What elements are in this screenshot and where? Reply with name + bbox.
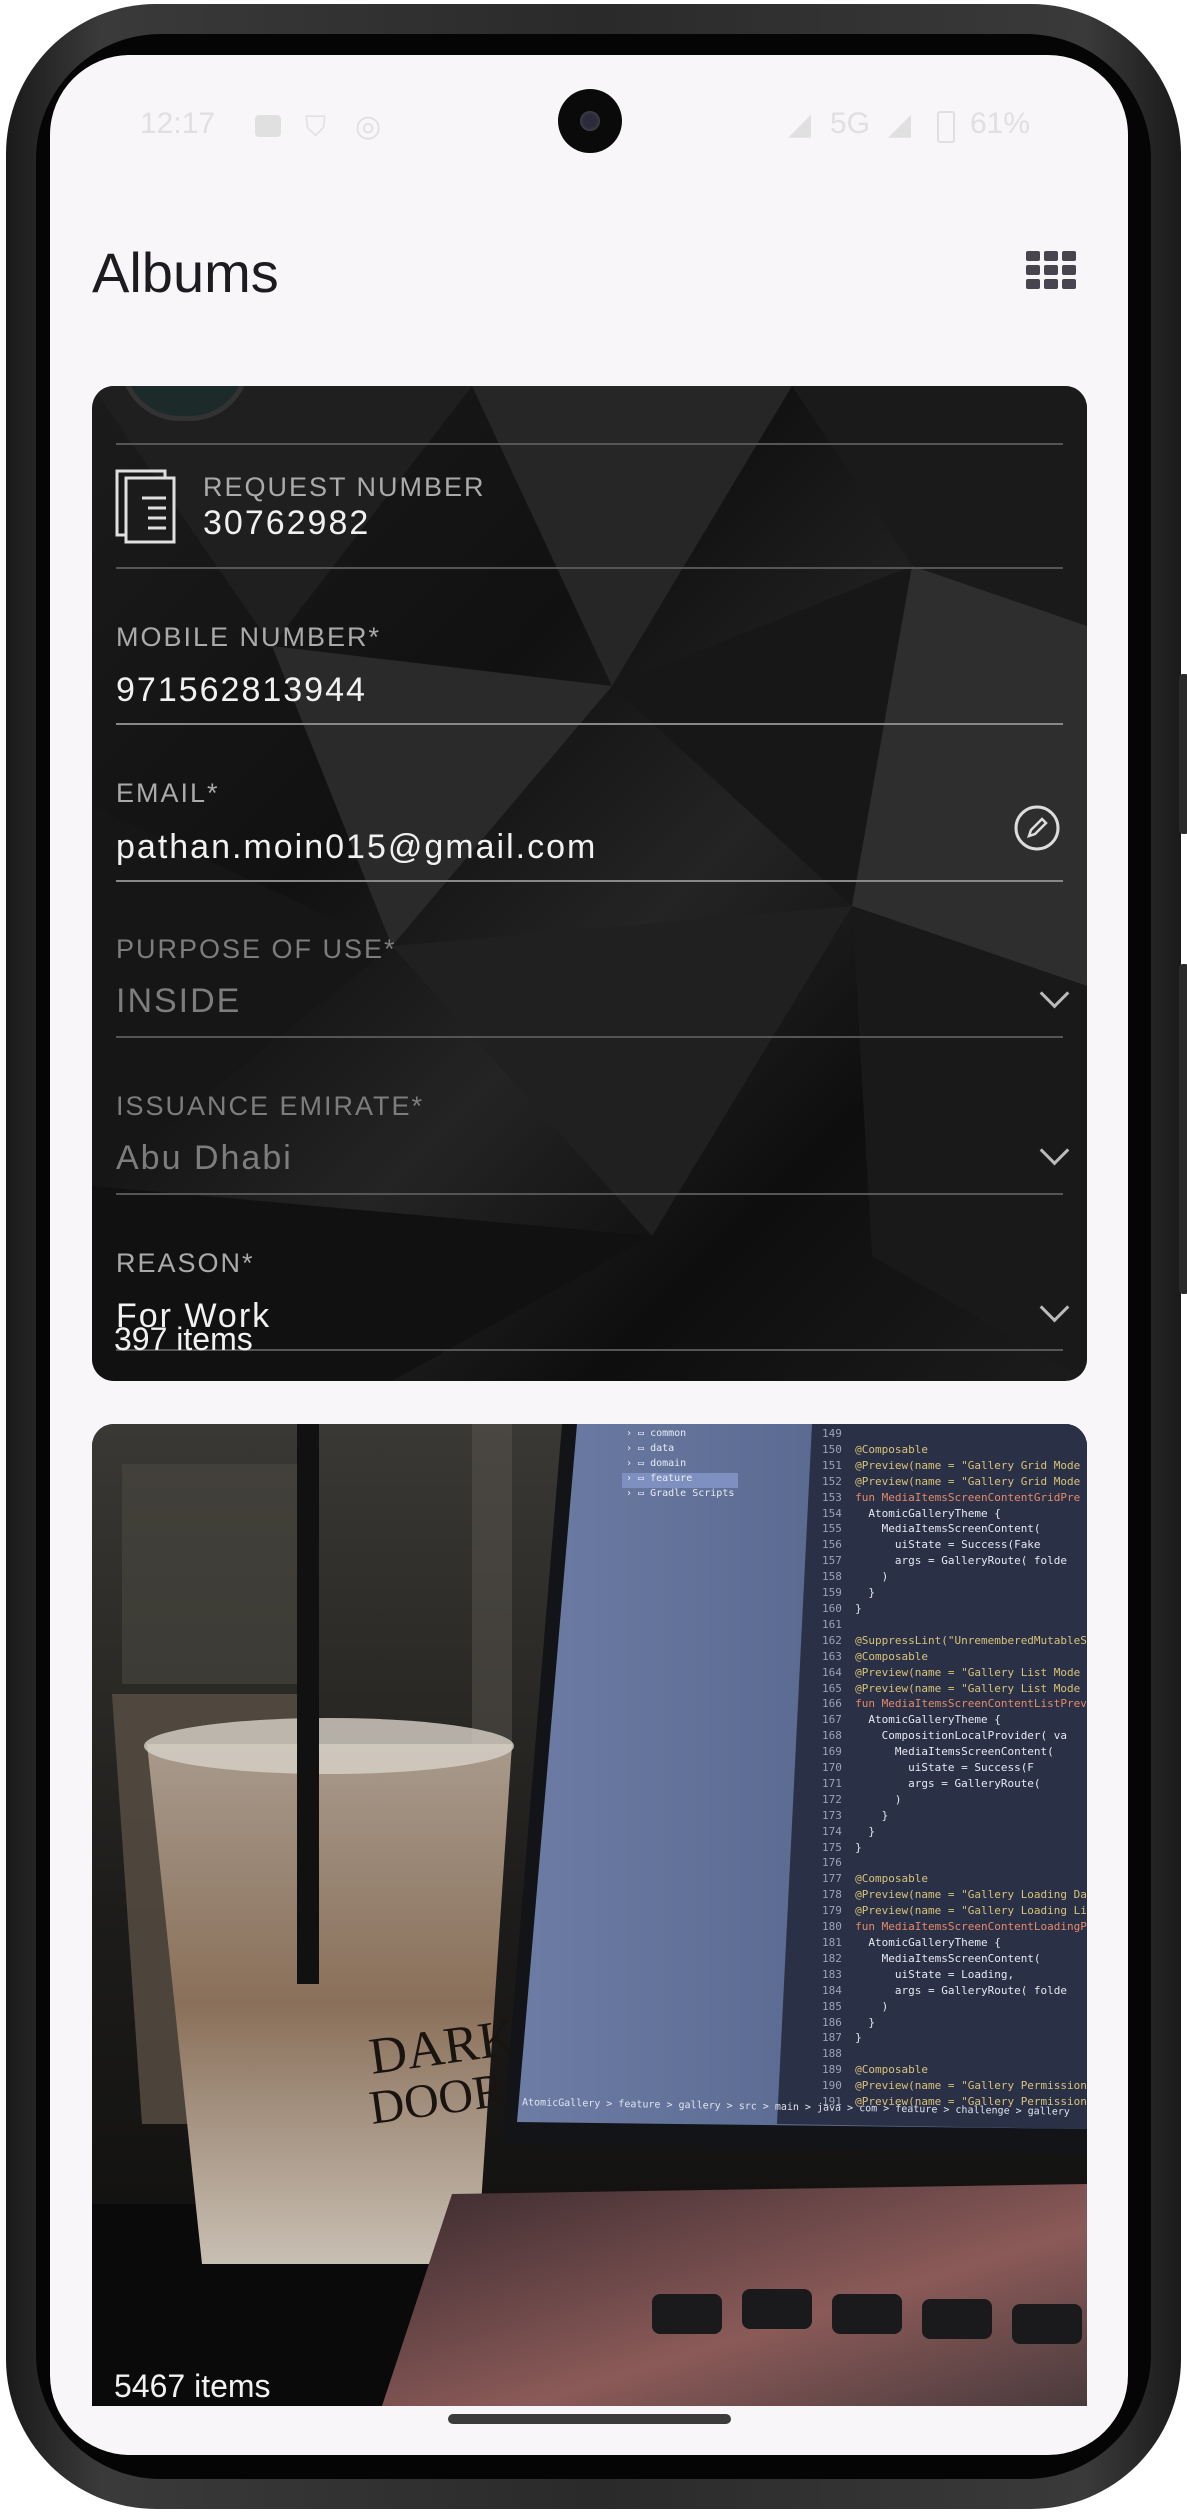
- home-gesture-bar[interactable]: [448, 2414, 731, 2424]
- power-button: [1179, 964, 1187, 1294]
- front-camera: [558, 89, 622, 153]
- project-tree-item: › ▭ Gradle Scripts: [626, 1488, 735, 1499]
- battery-level: 61%: [970, 107, 1031, 140]
- code-line: 179 @Preview(name = "Gallery Loading Lig: [822, 1904, 1087, 1918]
- code-line: 167 AtomicGalleryTheme {: [822, 1713, 1001, 1727]
- code-line: 185 ): [822, 1999, 889, 2013]
- request-number-value: 30762982: [203, 504, 371, 542]
- battery-icon: [937, 111, 955, 143]
- purpose-field: INSIDE: [116, 982, 242, 1020]
- request-number-label: REQUEST NUMBER: [203, 472, 486, 502]
- code-line: 189 @Composable: [822, 2063, 928, 2077]
- purpose-label: PURPOSE OF USE*: [116, 934, 397, 964]
- email-label: EMAIL*: [116, 778, 220, 808]
- mobile-number-label: MOBILE NUMBER*: [116, 622, 382, 652]
- code-line: 184 args = GalleryRoute( folde: [822, 1983, 1068, 1997]
- code-line: 170 uiState = Success(F: [822, 1761, 1034, 1775]
- divider: [116, 723, 1063, 725]
- code-line: 169 MediaItemsScreenContent(: [822, 1745, 1054, 1759]
- code-line: 187 }: [822, 2031, 862, 2045]
- code-line: 188: [822, 2047, 856, 2061]
- code-line: 190 @Preview(name = "Gallery Permission …: [822, 2079, 1087, 2093]
- signal-strength-icon: ◢: [888, 108, 912, 141]
- status-time: 12:17: [140, 107, 216, 140]
- divider: [116, 880, 1063, 882]
- code-line: 165 @Preview(name = "Gallery List Mode: [822, 1681, 1081, 1695]
- code-line: 163 @Composable: [822, 1649, 928, 1663]
- divider: [116, 1036, 1063, 1038]
- album-card[interactable]: DARK DOOR › ▭ common › ▭ data › ▭ domain › …: [92, 1424, 1087, 2406]
- code-line: 164 @Preview(name = "Gallery List Mode: [822, 1665, 1081, 1679]
- status-bar: 12:17 ⛉ ◎ ◢ 5G ◢ 61%: [50, 55, 1128, 185]
- code-line: 160 }: [822, 1601, 862, 1615]
- code-line: 161: [822, 1617, 856, 1631]
- code-line: 158 ): [822, 1570, 889, 1584]
- grid-view-icon[interactable]: [1026, 251, 1076, 289]
- project-tree-item: › ▭ domain: [626, 1458, 687, 1469]
- network-type: 5G: [830, 107, 871, 140]
- emirate-field: Abu Dhabi: [116, 1139, 293, 1177]
- code-line: 157 args = GalleryRoute( folde: [822, 1554, 1068, 1568]
- code-line: 176: [822, 1856, 856, 1870]
- code-line: 181 AtomicGalleryTheme {: [822, 1936, 1001, 1949]
- code-line: 156 uiState = Success(Fake: [822, 1538, 1041, 1552]
- signal-icon: ◢: [788, 108, 812, 141]
- divider: [116, 443, 1063, 445]
- email-field: pathan.moin015@gmail.com: [116, 828, 598, 866]
- divider: [116, 567, 1063, 569]
- screen: 12:17 ⛉ ◎ ◢ 5G ◢ 61% Albums REQUEST NUMB…: [50, 55, 1128, 2455]
- album-item-count: 5467 items: [114, 2368, 271, 2404]
- code-line: 166 fun MediaItemsScreenContentListPrev: [822, 1697, 1087, 1711]
- project-tree-item: › ▭ data: [626, 1443, 675, 1454]
- emirate-label: ISSUANCE EMIRATE*: [116, 1091, 425, 1121]
- album-item-count: 397 items: [114, 1321, 253, 1357]
- code-line: 174 }: [822, 1824, 875, 1838]
- code-line: 177 @Composable: [822, 1872, 928, 1886]
- code-line: 183 uiState = Loading,: [822, 1967, 1015, 1981]
- code-line: 178 @Preview(name = "Gallery Loading Dar: [822, 1888, 1087, 1902]
- code-line: 175 }: [822, 1840, 862, 1854]
- code-line: 182 MediaItemsScreenContent(: [822, 1951, 1041, 1965]
- code-line: 172 ): [822, 1792, 902, 1806]
- code-line: 171 args = GalleryRoute(: [822, 1776, 1041, 1790]
- album-card[interactable]: REQUEST NUMBER 30762982 MOBILE NUMBER* 9…: [92, 386, 1087, 1381]
- code-line: 151 @Preview(name = "Gallery Grid Mode: [822, 1458, 1081, 1472]
- code-line: 149: [822, 1427, 856, 1440]
- project-tree-item: › ▭ common: [626, 1428, 687, 1439]
- message-icon: [255, 115, 281, 137]
- settings-icon: ◎: [355, 110, 382, 143]
- code-line: 173 }: [822, 1808, 889, 1822]
- project-tree: › ▭ common › ▭ data › ▭ domain › ▭ feature ›…: [622, 1428, 739, 1503]
- code-line: 168 CompositionLocalProvider( va: [822, 1729, 1068, 1743]
- code-line: 162 @SuppressLint("UnrememberedMutableS: [822, 1633, 1087, 1647]
- edit-icon: [1014, 805, 1060, 851]
- code-editor: 149 150 @Composable 151 @Preview(name = "…: [822, 1426, 1087, 2110]
- code-line: 155 MediaItemsScreenContent(: [822, 1522, 1041, 1536]
- divider: [116, 1349, 1063, 1351]
- shield-icon: ⛉: [305, 111, 327, 142]
- code-line: 153 fun MediaItemsScreenContentGridPre: [822, 1490, 1081, 1504]
- code-line: 154 AtomicGalleryTheme {: [822, 1506, 1001, 1520]
- document-icon: [115, 469, 176, 544]
- code-line: 180 fun MediaItemsScreenContentLoadingPr: [822, 1920, 1087, 1934]
- code-line: 152 @Preview(name = "Gallery Grid Mode: [822, 1474, 1081, 1488]
- project-tree-item: › ▭ feature: [622, 1473, 739, 1488]
- divider: [116, 1193, 1063, 1195]
- code-line: 186 }: [822, 2015, 875, 2029]
- code-line: 150 @Composable: [822, 1442, 928, 1456]
- mobile-number-field: 971562813944: [116, 671, 367, 709]
- reason-label: REASON*: [116, 1248, 255, 1278]
- code-line: 159 }: [822, 1586, 875, 1600]
- page-title: Albums: [92, 241, 279, 304]
- volume-button: [1179, 674, 1187, 834]
